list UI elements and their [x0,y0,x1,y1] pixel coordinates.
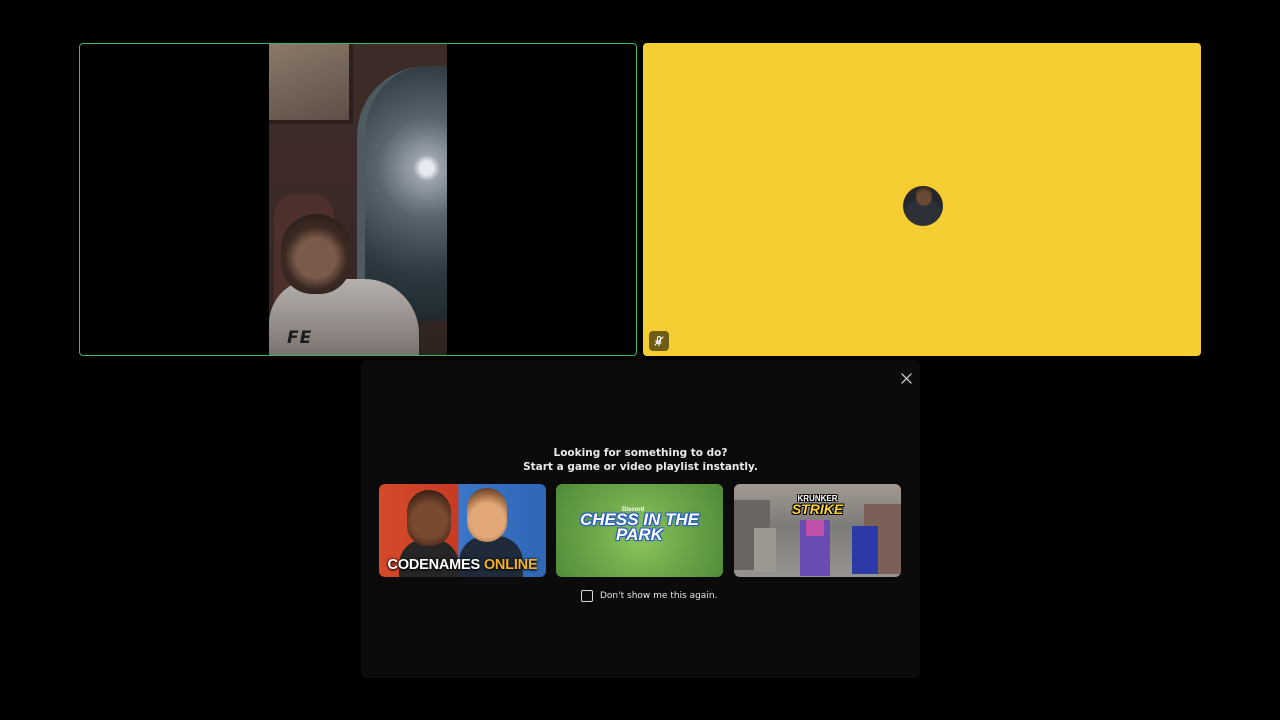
activity-card-codenames[interactable]: CODENAMES ONLINE [379,484,546,577]
card-art-character-head [806,520,824,536]
dont-show-label: Don't show me this again. [600,591,718,601]
video-tile-camera[interactable]: FE [79,43,637,356]
camera-video-feed: FE [269,44,447,355]
dont-show-checkbox[interactable] [581,590,593,602]
activity-prompt-text: Looking for something to do? Start a gam… [361,446,920,474]
avatar-head [916,186,932,206]
avatar [897,174,949,226]
close-icon [900,372,912,384]
prompt-subheading: Start a game or video playlist instantly… [523,461,758,473]
shirt-text: FE [287,328,313,348]
card-art-figure [467,488,507,542]
activity-card-chess[interactable]: Discord CHESS IN THE PARK [556,484,723,577]
card-art-character [852,526,878,574]
activity-card-title: CHESS IN THE PARK [579,510,700,544]
close-button[interactable] [897,369,915,387]
activity-card-title: KRUNKER STRIKE [791,494,844,517]
mic-off-icon [649,331,669,351]
activity-card-krunker[interactable]: KRUNKER STRIKE [734,484,901,577]
video-tile-avatar[interactable] [643,43,1201,356]
prompt-heading: Looking for something to do? [553,447,728,459]
dont-show-again-option[interactable]: Don't show me this again. [581,590,717,602]
card-art-figure [407,490,451,546]
card-art-character [754,528,776,572]
car-ceiling [269,44,353,124]
activity-card-title: CODENAMES ONLINE [387,557,538,573]
activity-prompt-panel: Looking for something to do? Start a gam… [361,360,920,678]
avatar-image [903,186,943,226]
person-head [281,214,351,294]
